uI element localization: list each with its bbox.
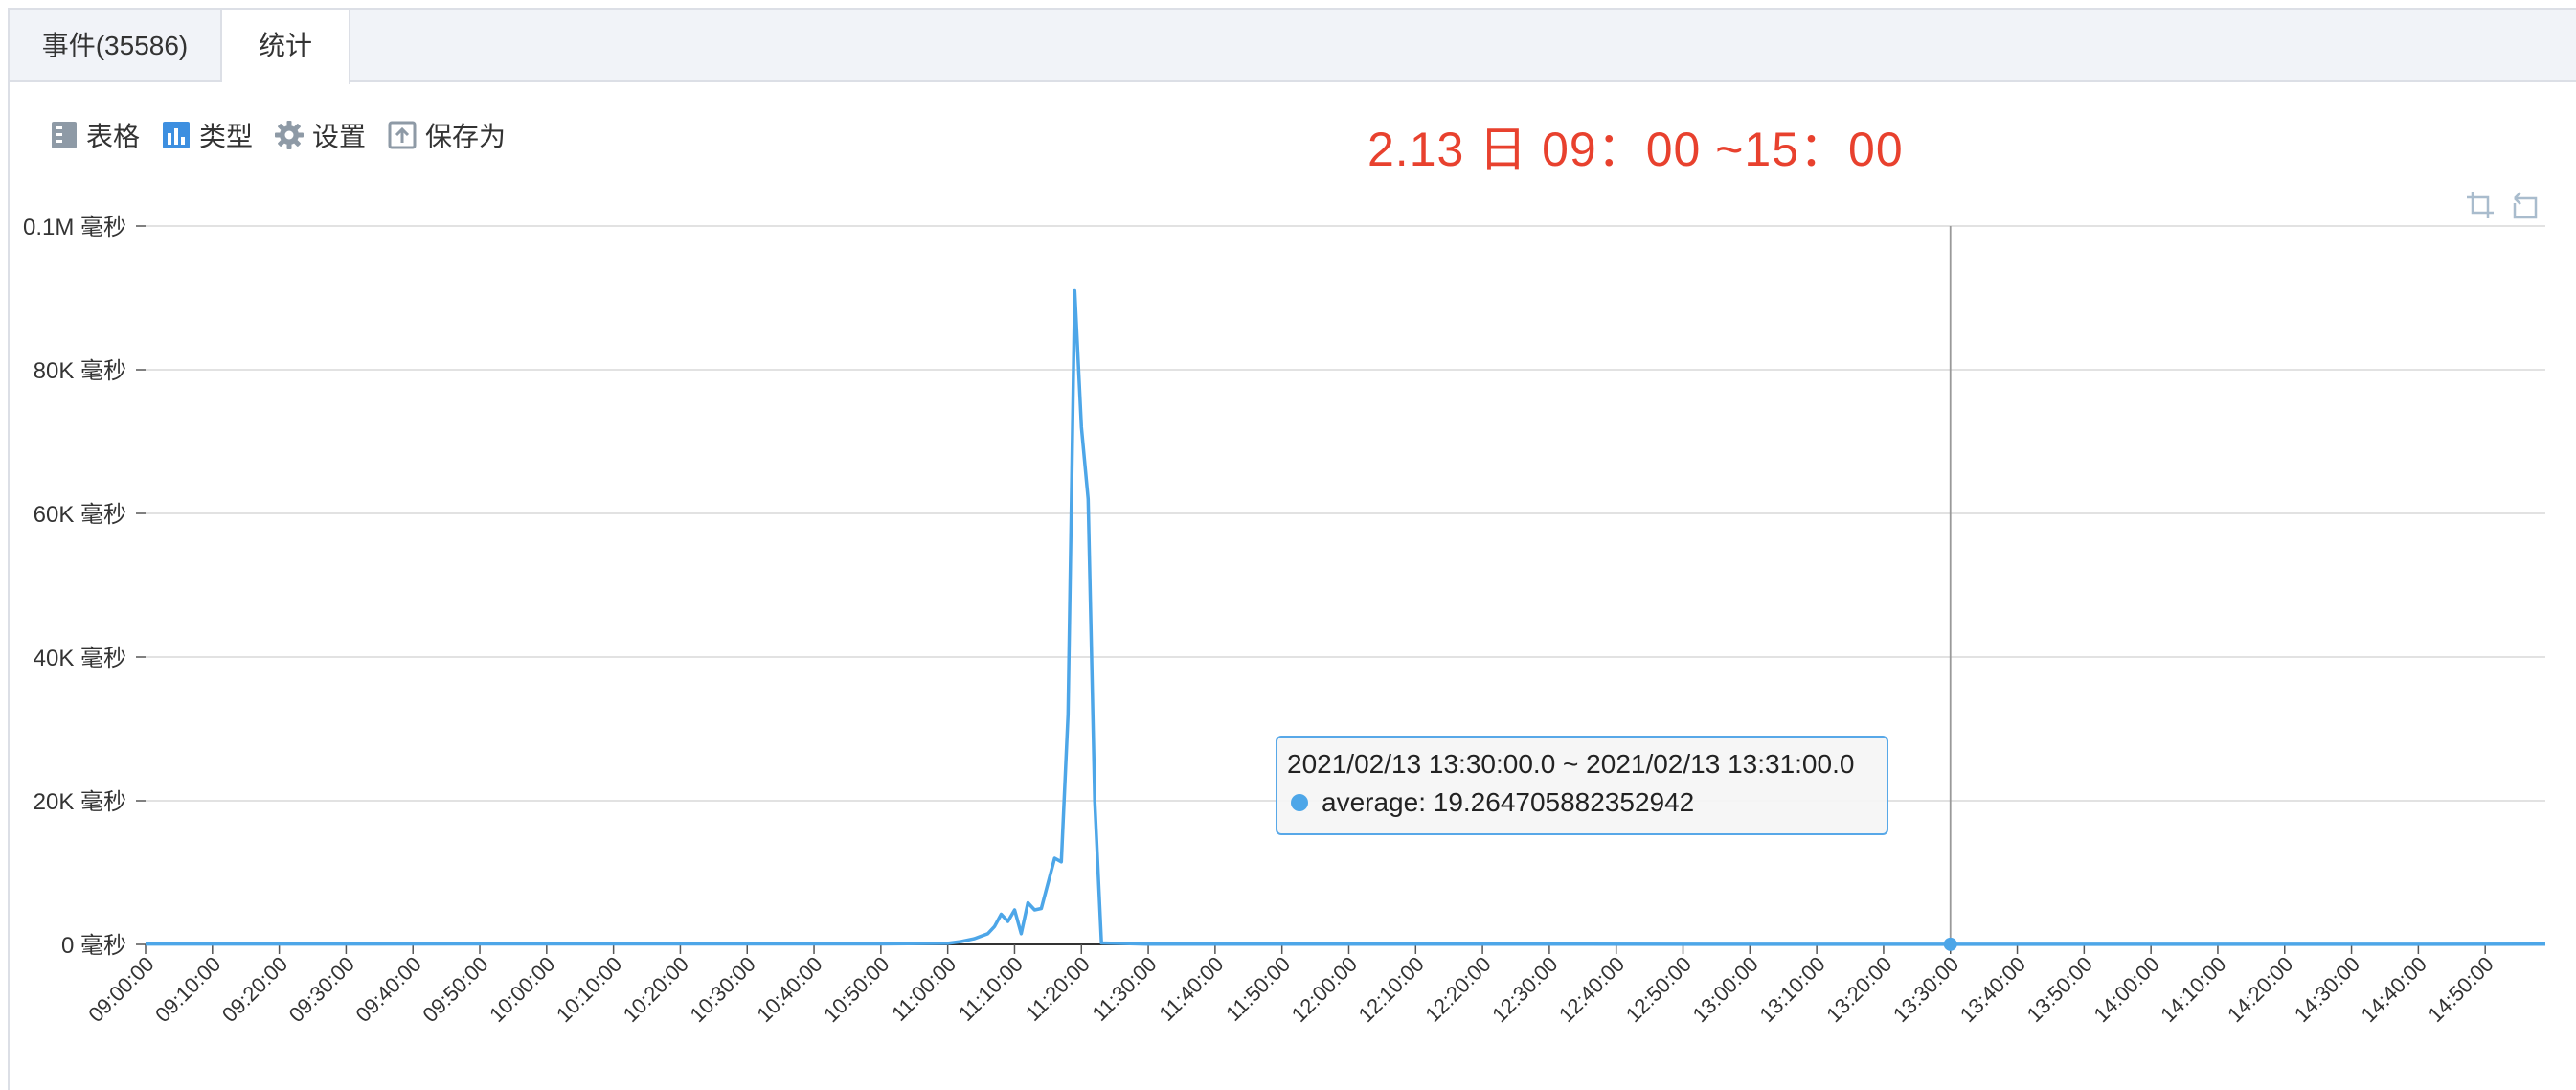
x-tick-label: 13:00:00 bbox=[1688, 952, 1763, 1027]
x-tick-label: 14:30:00 bbox=[2290, 952, 2364, 1027]
x-tick-label: 14:10:00 bbox=[2156, 952, 2230, 1027]
x-tick-label: 14:40:00 bbox=[2357, 952, 2431, 1027]
x-tick-label: 12:10:00 bbox=[1354, 952, 1429, 1027]
x-tick-label: 12:30:00 bbox=[1487, 952, 1562, 1027]
tooltip-series-value: 19.264705882352942 bbox=[1433, 787, 1695, 817]
x-tick-label: 12:40:00 bbox=[1554, 952, 1629, 1027]
x-tick-label: 13:20:00 bbox=[1821, 952, 1896, 1027]
x-tick-label: 13:50:00 bbox=[2022, 952, 2097, 1027]
x-tick-label: 10:40:00 bbox=[752, 952, 826, 1027]
x-tick-label: 12:50:00 bbox=[1621, 952, 1696, 1027]
x-tick-label: 10:30:00 bbox=[686, 952, 760, 1027]
x-tick-label: 10:10:00 bbox=[552, 952, 626, 1027]
tooltip-row: average : 19.264705882352942 bbox=[1287, 787, 1877, 818]
x-tick-label: 09:10:00 bbox=[150, 952, 225, 1027]
x-tick-label: 09:50:00 bbox=[418, 952, 492, 1027]
x-tick-label: 11:50:00 bbox=[1221, 952, 1295, 1026]
series-line-average bbox=[145, 288, 2546, 946]
chart-tooltip: 2021/02/13 13:30:00.0 ~ 2021/02/13 13:31… bbox=[1276, 736, 1888, 835]
x-tick-label: 14:50:00 bbox=[2423, 952, 2497, 1027]
tooltip-series-dot bbox=[1291, 794, 1308, 811]
x-tick-label: 10:50:00 bbox=[819, 952, 893, 1027]
y-tick-label: 80K 毫秒 bbox=[34, 358, 126, 384]
y-tick-label: 0 毫秒 bbox=[61, 933, 126, 959]
y-tick-label: 60K 毫秒 bbox=[34, 502, 126, 528]
x-tick-label: 14:20:00 bbox=[2223, 952, 2297, 1027]
x-tick-label: 10:00:00 bbox=[485, 952, 559, 1027]
tooltip-series-name: average bbox=[1322, 787, 1419, 817]
y-tick-label: 20K 毫秒 bbox=[34, 789, 126, 815]
tooltip-separator: : bbox=[1418, 787, 1434, 817]
x-tick-label: 11:40:00 bbox=[1154, 952, 1228, 1026]
x-tick-label: 09:40:00 bbox=[351, 952, 426, 1027]
x-tick-label: 11:10:00 bbox=[954, 952, 1028, 1026]
hover-point bbox=[1943, 937, 1957, 951]
y-tick-label: 40K 毫秒 bbox=[34, 646, 126, 671]
x-tick-label: 10:20:00 bbox=[619, 952, 693, 1027]
x-tick-label: 09:30:00 bbox=[284, 952, 359, 1027]
x-tick-label: 09:20:00 bbox=[217, 952, 292, 1027]
x-tick-label: 13:30:00 bbox=[1888, 952, 1963, 1027]
x-tick-label: 11:00:00 bbox=[887, 952, 960, 1026]
y-tick-label: 0.1M 毫秒 bbox=[23, 215, 126, 240]
tooltip-title: 2021/02/13 13:30:00.0 ~ 2021/02/13 13:31… bbox=[1287, 749, 1855, 779]
x-tick-label: 12:00:00 bbox=[1287, 952, 1362, 1027]
line-chart[interactable]: 0 毫秒 20K 毫秒 40K 毫秒 60K 毫秒 80K 毫秒 0.1M 毫秒 09:0… bbox=[0, 0, 2576, 1082]
x-tick-label: 12:20:00 bbox=[1420, 952, 1495, 1027]
x-tick-label: 14:00:00 bbox=[2089, 952, 2163, 1027]
x-tick-label: 09:00:00 bbox=[83, 952, 158, 1027]
x-tick-label: 11:20:00 bbox=[1021, 952, 1095, 1026]
x-tick-label: 13:10:00 bbox=[1754, 952, 1829, 1027]
x-tick-label: 11:30:00 bbox=[1088, 952, 1162, 1026]
x-tick-label: 13:40:00 bbox=[1955, 952, 2030, 1027]
